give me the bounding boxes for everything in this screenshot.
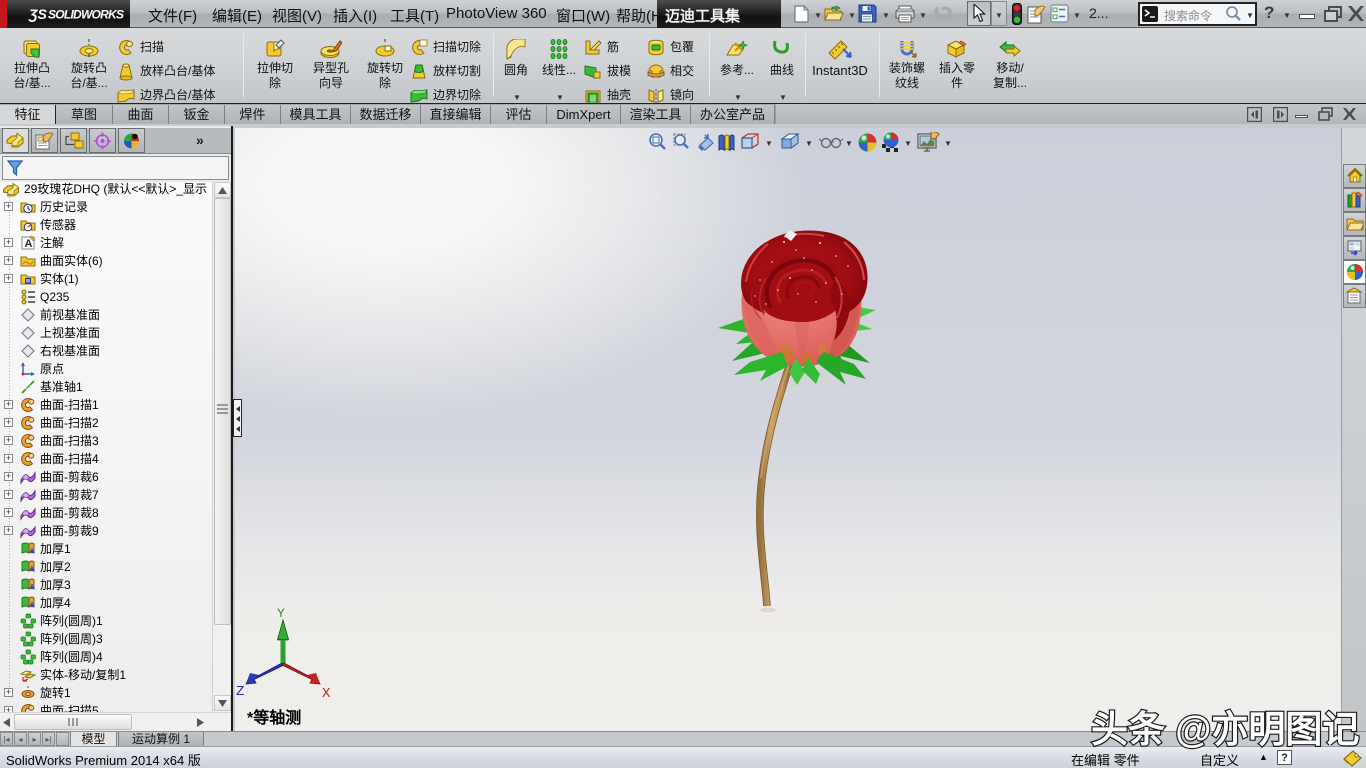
svg-text:X: X	[322, 686, 331, 702]
svg-text:SOLIDWORKS: SOLIDWORKS	[48, 8, 124, 22]
svg-text:Y: Y	[277, 606, 285, 621]
svg-text:Z: Z	[236, 684, 244, 700]
svg-text:A: A	[25, 238, 33, 250]
svg-text:ƷS: ƷS	[28, 6, 48, 22]
